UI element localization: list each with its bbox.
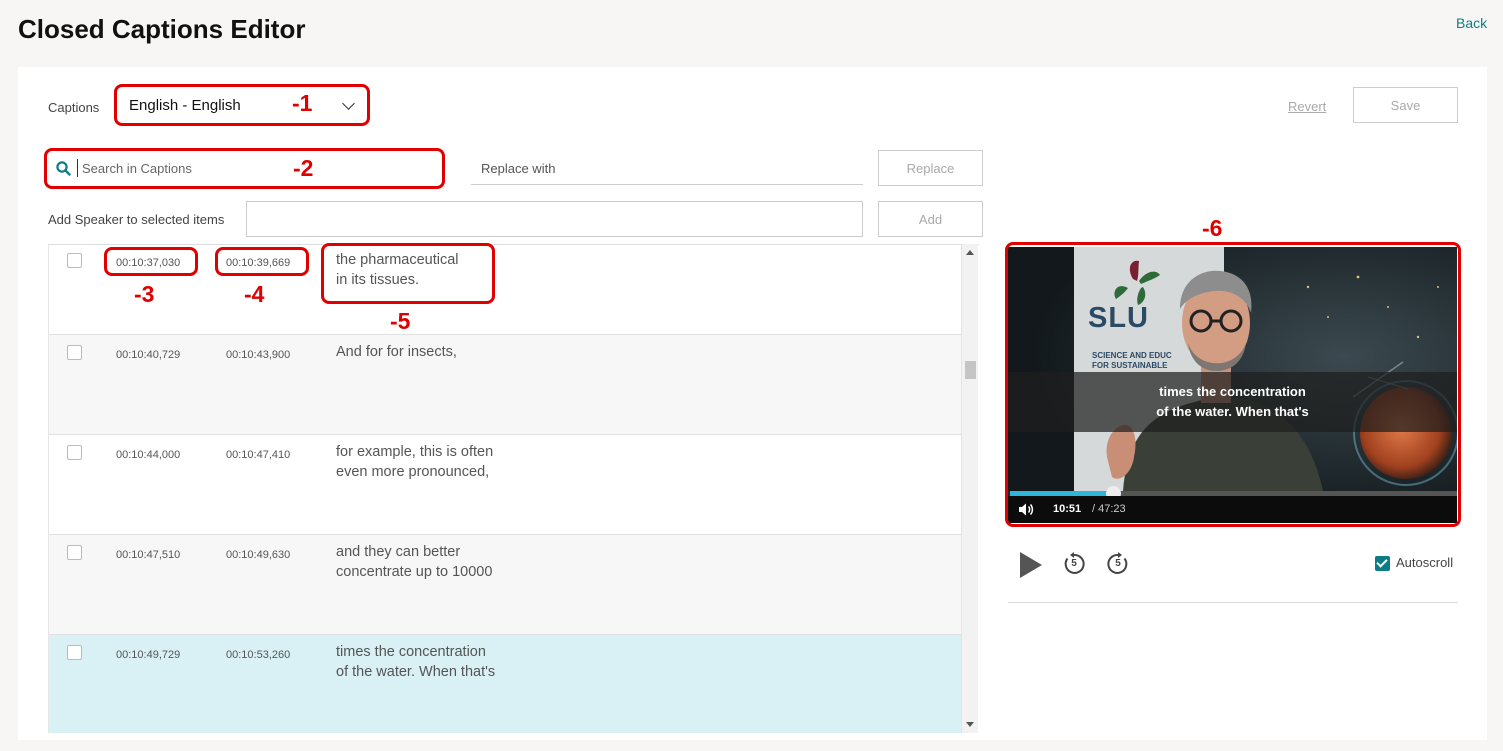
caption-line: of the water. When that's: [336, 664, 496, 680]
caption-line: for example, this is often: [336, 444, 494, 460]
video-frame: [1008, 247, 1457, 491]
caption-line: times the concentration: [336, 644, 486, 660]
play-icon[interactable]: [1018, 551, 1044, 579]
caption-list-scrollbar[interactable]: [961, 244, 978, 733]
scroll-thumb[interactable]: [965, 361, 976, 379]
add-speaker-button[interactable]: Add: [878, 201, 983, 237]
skip-back-seconds: 5: [1071, 558, 1077, 569]
start-time[interactable]: 00:10:40,729: [116, 349, 180, 361]
caption-list: 00:10:37,030 00:10:39,669 the pharmaceut…: [48, 244, 979, 733]
captions-language-value: English - English: [129, 97, 241, 114]
annotation-label-6: -6: [1202, 215, 1223, 241]
save-button[interactable]: Save: [1353, 87, 1458, 123]
skip-back-button[interactable]: 5: [1062, 552, 1086, 576]
caption-text[interactable]: And for for insects,: [336, 342, 457, 362]
video-player[interactable]: SLU SCIENCE AND EDUC FOR SUSTAINABLE tim…: [1008, 247, 1457, 523]
row-checkbox[interactable]: [67, 445, 82, 460]
row-checkbox[interactable]: [67, 545, 82, 560]
start-time[interactable]: 00:10:44,000: [116, 449, 180, 461]
end-time[interactable]: 00:10:43,900: [226, 349, 290, 361]
annotation-label-5: -5: [390, 308, 411, 334]
captions-language-select[interactable]: English - English: [114, 85, 368, 125]
speaker-input[interactable]: [246, 201, 863, 237]
add-speaker-label: Add Speaker to selected items: [48, 212, 225, 227]
search-field[interactable]: Search in Captions: [44, 149, 444, 189]
divider: [1008, 602, 1458, 603]
replace-button[interactable]: Replace: [878, 150, 983, 186]
row-checkbox[interactable]: [67, 253, 82, 268]
caption-text[interactable]: for example, this is often even more pro…: [336, 442, 493, 482]
scroll-up-arrow-icon[interactable]: [966, 250, 974, 255]
caption-line: And for for insects,: [336, 344, 457, 360]
caption-text[interactable]: and they can better concentrate up to 10…: [336, 542, 492, 582]
search-placeholder: Search in Captions: [82, 161, 192, 176]
end-time[interactable]: 00:10:49,630: [226, 549, 290, 561]
annotation-label-4: -4: [244, 281, 265, 307]
annotation-label-2: -2: [293, 155, 314, 181]
row-checkbox[interactable]: [67, 345, 82, 360]
editor-panel: Captions English - English Revert Save S…: [18, 67, 1487, 740]
start-time[interactable]: 00:10:47,510: [116, 549, 180, 561]
caption-line: the pharmaceutical: [336, 252, 459, 268]
subtitle-line: of the water. When that's: [1156, 404, 1309, 419]
text-caret: [77, 159, 78, 177]
video-subtitle: times the concentration of the water. Wh…: [1008, 372, 1457, 432]
replace-input[interactable]: Replace with: [471, 155, 863, 185]
autoscroll-checkbox[interactable]: [1375, 556, 1390, 571]
caption-line: concentrate up to 10000: [336, 564, 493, 580]
scroll-down-arrow-icon[interactable]: [966, 722, 974, 727]
start-time[interactable]: 00:10:49,729: [116, 649, 180, 661]
current-time: 10:51: [1053, 503, 1082, 515]
annotation-label-3: -3: [134, 281, 155, 307]
slu-logo-text: SLU: [1088, 302, 1149, 334]
autoscroll-toggle[interactable]: Autoscroll: [1375, 555, 1465, 573]
caption-row-active[interactable]: 00:10:49,729 00:10:53,260 times the conc…: [49, 635, 962, 733]
back-link[interactable]: Back: [1456, 15, 1487, 31]
video-control-bar: 10:51 / 47:23: [1008, 496, 1457, 523]
caption-line: even more pronounced,: [336, 464, 490, 480]
skip-forward-button[interactable]: 5: [1106, 552, 1130, 576]
caption-text[interactable]: the pharmaceutical in its tissues.: [336, 250, 459, 290]
annotation-label-1: -1: [292, 90, 313, 116]
end-time[interactable]: 00:10:39,669: [226, 257, 290, 269]
caption-row[interactable]: 00:10:40,729 00:10:43,900 And for for in…: [49, 335, 962, 435]
caption-line: in its tissues.: [336, 272, 419, 288]
start-time[interactable]: 00:10:37,030: [116, 257, 180, 269]
chevron-down-icon: [342, 97, 355, 110]
banner-text: SCIENCE AND EDUC FOR SUSTAINABLE: [1092, 351, 1172, 371]
caption-line: and they can better: [336, 544, 461, 560]
row-checkbox[interactable]: [67, 645, 82, 660]
subtitle-line: times the concentration: [1159, 384, 1306, 399]
search-icon: [56, 161, 71, 176]
skip-forward-seconds: 5: [1115, 558, 1121, 569]
caption-row[interactable]: 00:10:37,030 00:10:39,669 the pharmaceut…: [49, 245, 962, 335]
banner-line: FOR SUSTAINABLE: [1092, 361, 1168, 370]
volume-icon[interactable]: [1018, 502, 1034, 517]
revert-link[interactable]: Revert: [1288, 99, 1326, 114]
banner-line: SCIENCE AND EDUC: [1092, 351, 1172, 360]
page-title: Closed Captions Editor: [18, 14, 306, 44]
end-time[interactable]: 00:10:53,260: [226, 649, 290, 661]
caption-row[interactable]: 00:10:44,000 00:10:47,410 for example, t…: [49, 435, 962, 535]
duration: / 47:23: [1092, 503, 1126, 515]
replace-placeholder: Replace with: [481, 161, 556, 176]
captions-label: Captions: [48, 100, 100, 115]
caption-text[interactable]: times the concentration of the water. Wh…: [336, 642, 495, 682]
end-time[interactable]: 00:10:47,410: [226, 449, 290, 461]
autoscroll-label: Autoscroll: [1396, 555, 1454, 570]
caption-row[interactable]: 00:10:47,510 00:10:49,630 and they can b…: [49, 535, 962, 635]
